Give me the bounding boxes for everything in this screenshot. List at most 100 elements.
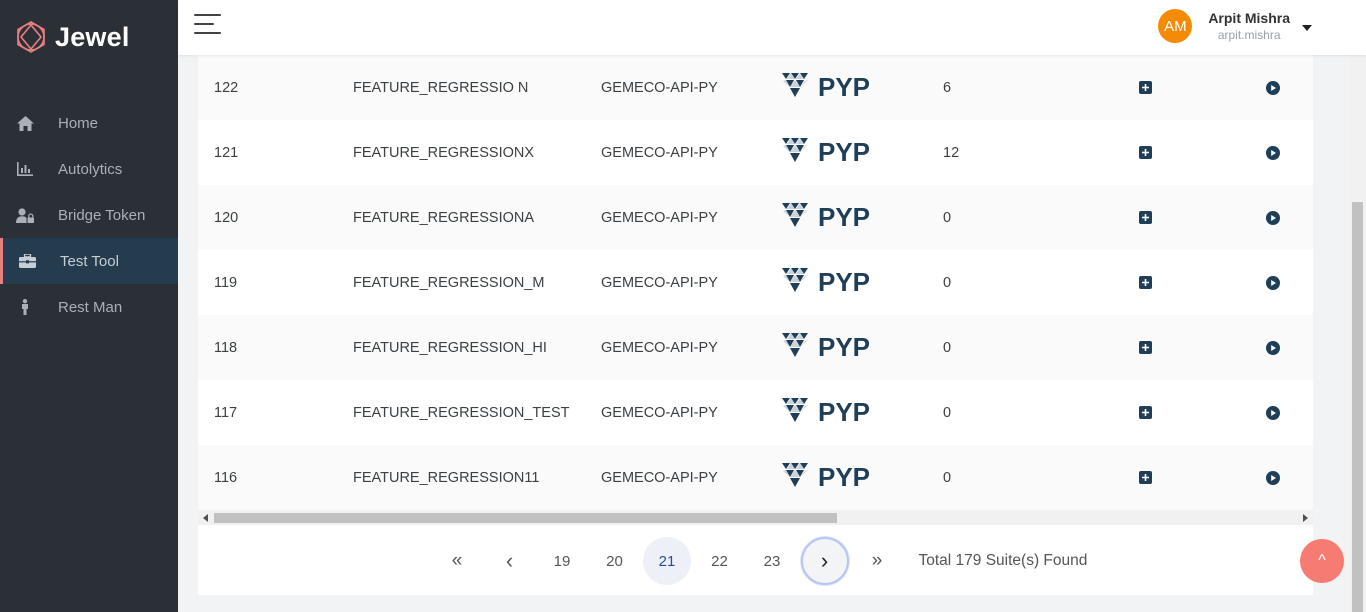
add-button[interactable] — [1139, 471, 1152, 484]
page-23-button[interactable]: 23 — [748, 537, 796, 585]
suite-id: 116 — [214, 469, 238, 486]
toolbox-icon — [18, 252, 36, 270]
plus-square-icon[interactable] — [1139, 276, 1152, 289]
sidebar-nav: Home Autolytics Bridge Token Test Tool R… — [0, 100, 178, 330]
framework-label: PYP — [818, 267, 870, 297]
horizontal-scrollbar[interactable] — [198, 510, 1313, 525]
scroll-right-arrow-icon[interactable] — [1303, 514, 1308, 522]
user-info: Arpit Mishra arpit.mishra — [1208, 10, 1290, 42]
add-button[interactable] — [1139, 81, 1152, 94]
user-menu[interactable]: AM Arpit Mishra arpit.mishra — [1158, 9, 1312, 43]
pyp-framework-logo-icon: PYP — [780, 135, 878, 171]
vertical-scrollbar[interactable] — [1349, 55, 1366, 612]
framework-label: PYP — [818, 462, 870, 492]
project-name: GEMECO-API-PY — [601, 469, 718, 486]
plus-square-icon[interactable] — [1139, 471, 1152, 484]
add-button[interactable] — [1139, 276, 1152, 289]
run-button[interactable] — [1266, 275, 1280, 290]
table-row: 121 FEATURE_REGRESSIONX GEMECO-API-PY PYP 12 — [198, 120, 1313, 185]
prev-page-button[interactable]: ‹ — [486, 537, 534, 585]
run-button[interactable] — [1266, 80, 1280, 95]
vertical-scroll-thumb[interactable] — [1352, 202, 1363, 612]
add-button[interactable] — [1139, 341, 1152, 354]
play-circle-icon[interactable] — [1266, 340, 1280, 355]
sidebar-item-label: Home — [58, 114, 99, 132]
play-circle-icon[interactable] — [1266, 470, 1280, 485]
sidebar-item-bridge-token[interactable]: Bridge Token — [0, 192, 178, 238]
suite-name: FEATURE_REGRESSION_HI — [353, 339, 547, 356]
page-22-button[interactable]: 22 — [696, 537, 744, 585]
avatar: AM — [1158, 9, 1193, 43]
run-button[interactable] — [1266, 145, 1280, 160]
pagination: « ‹ 19 20 21 22 23 › » Total 179 Suite(s… — [433, 537, 1087, 585]
horizontal-scroll-thumb[interactable] — [214, 513, 837, 523]
brand-name: Jewel — [55, 21, 130, 52]
test-count: 0 — [943, 339, 952, 356]
table-row: 118 FEATURE_REGRESSION_HI GEMECO-API-PY PYP… — [198, 315, 1313, 380]
run-button[interactable] — [1266, 470, 1280, 485]
page-19-button[interactable]: 19 — [538, 537, 586, 585]
play-circle-icon[interactable] — [1266, 405, 1280, 420]
plus-square-icon[interactable] — [1139, 146, 1152, 159]
scroll-left-arrow-icon[interactable] — [203, 514, 208, 522]
suite-id: 120 — [214, 209, 239, 226]
suite-name: FEATURE_REGRESSION_M — [353, 274, 545, 291]
page-21-button[interactable]: 21 — [643, 537, 691, 585]
sidebar: Jewel Home Autolytics Bridge Token Test … — [0, 0, 178, 612]
plus-square-icon[interactable] — [1139, 211, 1152, 224]
suite-id: 118 — [214, 339, 238, 356]
run-button[interactable] — [1266, 405, 1280, 420]
play-circle-icon[interactable] — [1266, 210, 1280, 225]
first-page-button[interactable]: « — [433, 537, 481, 585]
sidebar-item-autolytics[interactable]: Autolytics — [0, 146, 178, 192]
sidebar-item-label: Bridge Token — [58, 206, 146, 224]
project-name: GEMECO-API-PY — [601, 144, 718, 161]
run-button[interactable] — [1266, 210, 1280, 225]
pyp-framework-logo-icon: PYP — [780, 265, 878, 301]
project-name: GEMECO-API-PY — [601, 274, 718, 291]
page-20-button[interactable]: 20 — [591, 537, 639, 585]
suite-name: FEATURE_REGRESSIONX — [353, 144, 535, 161]
next-page-button[interactable]: › — [800, 537, 849, 585]
play-circle-icon[interactable] — [1266, 80, 1280, 95]
sidebar-item-home[interactable]: Home — [0, 100, 178, 146]
user-lock-icon — [16, 206, 34, 224]
jewel-logo-icon — [17, 21, 45, 53]
bar-chart-icon — [16, 160, 34, 178]
plus-square-icon[interactable] — [1139, 406, 1152, 419]
suite-table: 122 FEATURE_REGRESSIO N GEMECO-API-PY PYP 6 1… — [198, 55, 1313, 510]
framework-label: PYP — [818, 72, 870, 102]
add-button[interactable] — [1139, 406, 1152, 419]
sidebar-item-label: Rest Man — [58, 298, 123, 316]
table-row: 117 FEATURE_REGRESSION_TEST GEMECO-API-PY P… — [198, 380, 1313, 445]
project-name: GEMECO-API-PY — [601, 79, 718, 96]
pyp-framework-logo-icon: PYP — [780, 460, 878, 496]
run-button[interactable] — [1266, 340, 1280, 355]
play-circle-icon[interactable] — [1266, 275, 1280, 290]
pyp-framework-logo-icon: PYP — [780, 395, 878, 431]
framework-label: PYP — [818, 397, 870, 427]
sidebar-item-test-tool[interactable]: Test Tool — [0, 238, 178, 284]
brand[interactable]: Jewel — [14, 18, 130, 56]
table-row: 119 FEATURE_REGRESSION_M GEMECO-API-PY PYP 0 — [198, 250, 1313, 315]
framework-label: PYP — [818, 137, 870, 167]
sidebar-item-label: Test Tool — [60, 252, 119, 270]
add-button[interactable] — [1139, 146, 1152, 159]
chevron-down-icon[interactable] — [1302, 25, 1312, 31]
suite-name: FEATURE_REGRESSIONA — [353, 209, 535, 226]
plus-square-icon[interactable] — [1139, 81, 1152, 94]
project-name: GEMECO-API-PY — [601, 404, 718, 421]
play-circle-icon[interactable] — [1266, 145, 1280, 160]
sidebar-item-rest-man[interactable]: Rest Man — [0, 284, 178, 330]
table-row: 120 FEATURE_REGRESSIONA GEMECO-API-PY PYP 0 — [198, 185, 1313, 250]
back-to-top-button[interactable]: ^ — [1300, 539, 1344, 583]
pagination-bar: « ‹ 19 20 21 22 23 › » Total 179 Suite(s… — [198, 525, 1313, 595]
add-button[interactable] — [1139, 211, 1152, 224]
test-count: 12 — [943, 144, 960, 161]
pyp-framework-logo-icon: PYP — [780, 70, 878, 106]
last-page-button[interactable]: » — [853, 537, 901, 585]
user-name: Arpit Mishra — [1208, 10, 1290, 26]
hamburger-menu-icon[interactable] — [194, 14, 221, 34]
plus-square-icon[interactable] — [1139, 341, 1152, 354]
suite-name: FEATURE_REGRESSION_TEST — [353, 404, 570, 421]
